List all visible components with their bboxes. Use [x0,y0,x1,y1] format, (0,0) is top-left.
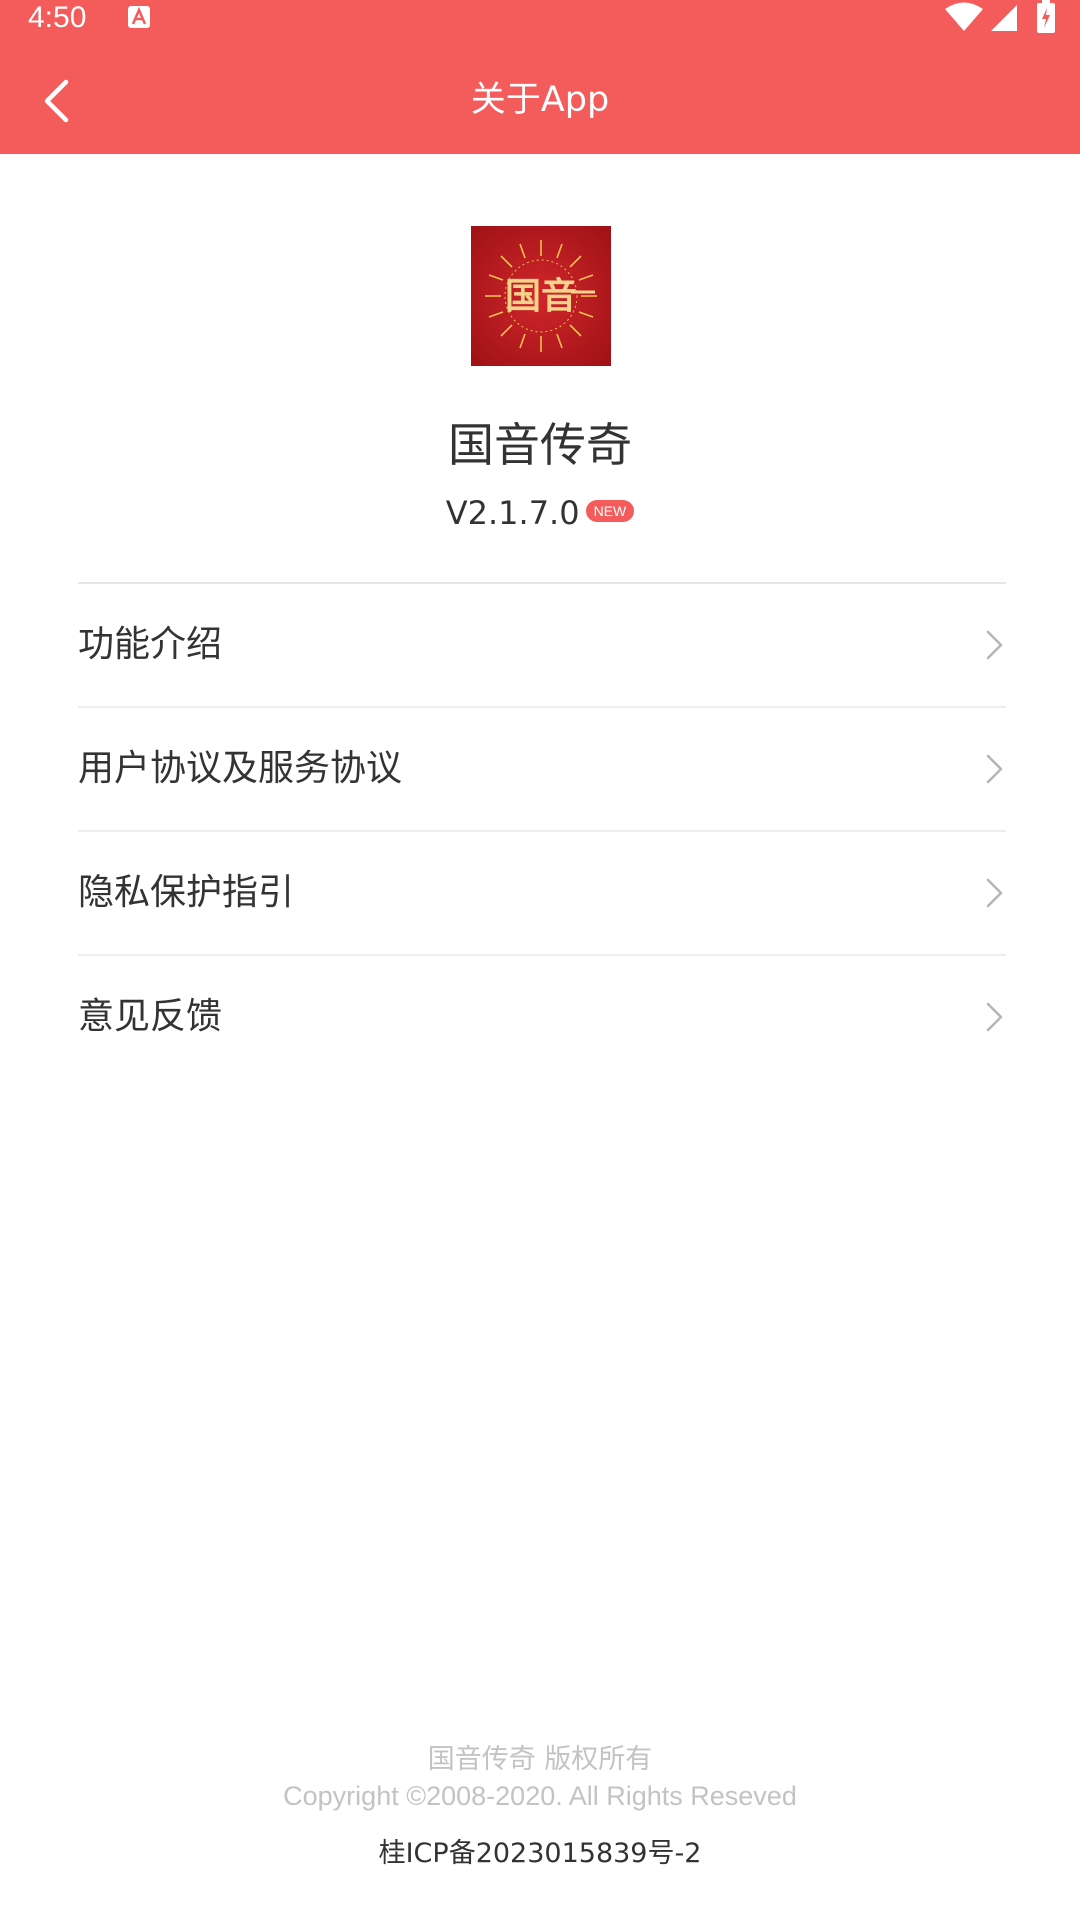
menu-item-label: 意见反馈 [78,996,223,1037]
chevron-right-icon [986,1002,1003,1032]
footer-owner: 国音传奇 版权所有 [427,1744,653,1775]
settings-menu: 功能介绍 用户协议及服务协议 隐私保护指引 意见反馈 [78,582,1006,1078]
page-title: 关于App [470,80,610,120]
app-logo: 国音 [471,226,611,366]
chevron-right-icon [986,878,1003,908]
app-name: 国音传奇 [448,418,632,472]
battery-charging-icon [1037,0,1055,33]
about-app-screen: 4:50 关于App 国音 国音传奇 V2.1.7.0 NEW 功能介绍 用户协… [0,0,1080,1920]
footer-copyright: Copyright ©2008-2020. All Rights Reseved [283,1781,797,1811]
menu-item-feedback[interactable]: 意见反馈 [78,956,1006,1078]
status-time: 4:50 [28,1,87,34]
menu-item-privacy-guide[interactable]: 隐私保护指引 [78,832,1006,956]
menu-item-user-agreement[interactable]: 用户协议及服务协议 [78,708,1006,832]
version-row: V2.1.7.0 NEW [0,488,1080,538]
menu-item-label: 功能介绍 [78,624,223,665]
signal-icon [991,5,1017,31]
notification-a-icon [128,6,150,28]
wifi-icon [945,2,983,31]
menu-item-label: 隐私保护指引 [78,872,295,913]
menu-item-label: 用户协议及服务协议 [78,748,403,789]
version-text: V2.1.7.0 [445,494,580,532]
logo-text: 国音 [505,275,577,317]
chevron-right-icon [986,754,1003,784]
menu-item-feature-intro[interactable]: 功能介绍 [78,584,1006,708]
app-header: 4:50 关于App [0,0,1080,154]
chevron-right-icon [986,630,1003,660]
footer-icp-link[interactable]: 桂ICP备2023015839号-2 [0,1834,1080,1874]
new-badge: NEW [585,500,635,522]
